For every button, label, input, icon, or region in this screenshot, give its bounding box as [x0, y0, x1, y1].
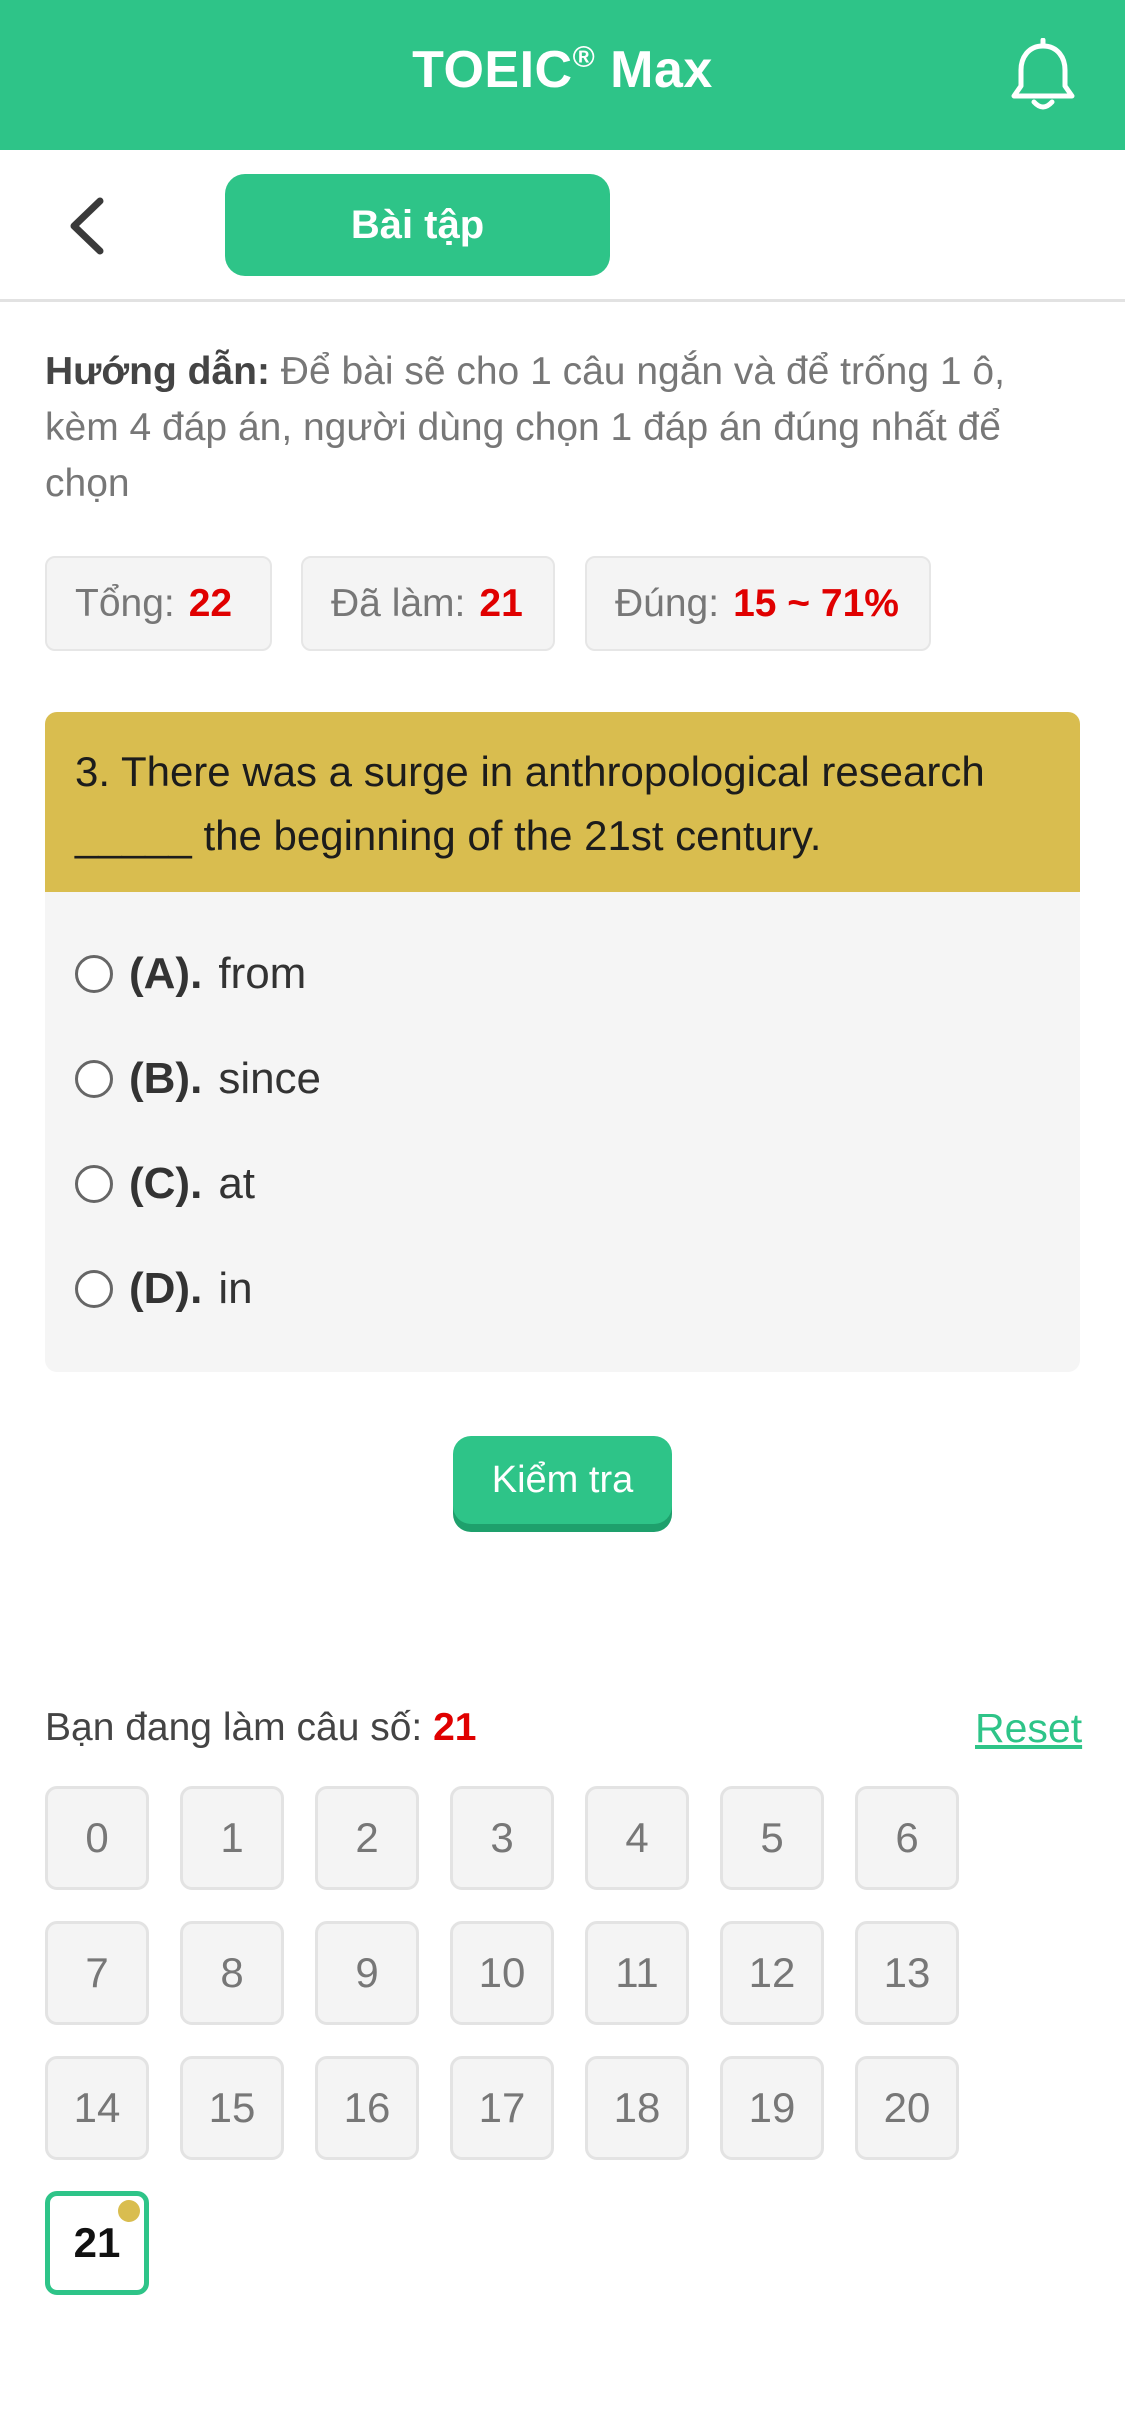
- question-number-button[interactable]: 15: [180, 2056, 284, 2160]
- option-b[interactable]: (B). since: [75, 1039, 321, 1119]
- nav-bar: Bài tập: [0, 150, 1125, 302]
- question-number-button[interactable]: 11: [585, 1921, 689, 2025]
- chevron-left-icon[interactable]: [62, 195, 112, 257]
- top-app-bar: TOEIC® Max: [0, 0, 1125, 150]
- question-number-button[interactable]: 14: [45, 2056, 149, 2160]
- app-title: TOEIC® Max: [412, 41, 713, 99]
- radio-button[interactable]: [75, 1270, 113, 1308]
- question-number-button[interactable]: 8: [180, 1921, 284, 2025]
- question-number-button[interactable]: 2: [315, 1786, 419, 1890]
- question-card: 3. There was a surge in anthropological …: [45, 712, 1080, 1372]
- question-number-button[interactable]: 7: [45, 1921, 149, 2025]
- question-number-button[interactable]: 9: [315, 1921, 419, 2025]
- current-indicator-dot: [118, 2200, 140, 2222]
- question-number-button[interactable]: 6: [855, 1786, 959, 1890]
- question-number-button[interactable]: 21: [45, 2191, 149, 2295]
- stat-total: Tổng: 22: [45, 556, 272, 651]
- radio-button[interactable]: [75, 1060, 113, 1098]
- question-number-button[interactable]: 16: [315, 2056, 419, 2160]
- question-number-button[interactable]: 4: [585, 1786, 689, 1890]
- instruction-text: Hướng dẫn: Để bài sẽ cho 1 câu ngắn và đ…: [45, 350, 1005, 505]
- option-c[interactable]: (C). at: [75, 1144, 255, 1224]
- stat-done: Đã làm: 21: [301, 556, 555, 651]
- question-number-button[interactable]: 3: [450, 1786, 554, 1890]
- question-number-button[interactable]: 10: [450, 1921, 554, 2025]
- radio-button[interactable]: [75, 955, 113, 993]
- question-number-button[interactable]: 20: [855, 2056, 959, 2160]
- question-number-button[interactable]: 5: [720, 1786, 824, 1890]
- option-d[interactable]: (D). in: [75, 1249, 253, 1329]
- question-number-button[interactable]: 18: [585, 2056, 689, 2160]
- question-number-button[interactable]: 0: [45, 1786, 149, 1890]
- bell-icon[interactable]: [1008, 38, 1078, 114]
- progress-label: Bạn đang làm câu số: 21: [45, 1706, 477, 1749]
- instruction-label: Hướng dẫn:: [45, 350, 270, 393]
- check-button[interactable]: Kiểm tra: [453, 1436, 672, 1524]
- current-question-number: 21: [433, 1706, 477, 1749]
- radio-button[interactable]: [75, 1165, 113, 1203]
- question-text: 3. There was a surge in anthropological …: [45, 712, 1080, 892]
- question-number-button[interactable]: 12: [720, 1921, 824, 2025]
- stat-correct: Đúng: 15 ~ 71%: [585, 556, 931, 651]
- reset-link[interactable]: Reset: [975, 1700, 1082, 1756]
- question-number-button[interactable]: 17: [450, 2056, 554, 2160]
- tab-bai-tap[interactable]: Bài tập: [225, 174, 610, 276]
- question-number-button[interactable]: 19: [720, 2056, 824, 2160]
- question-number-button[interactable]: 13: [855, 1921, 959, 2025]
- option-a[interactable]: (A). from: [75, 934, 306, 1014]
- question-number-button[interactable]: 1: [180, 1786, 284, 1890]
